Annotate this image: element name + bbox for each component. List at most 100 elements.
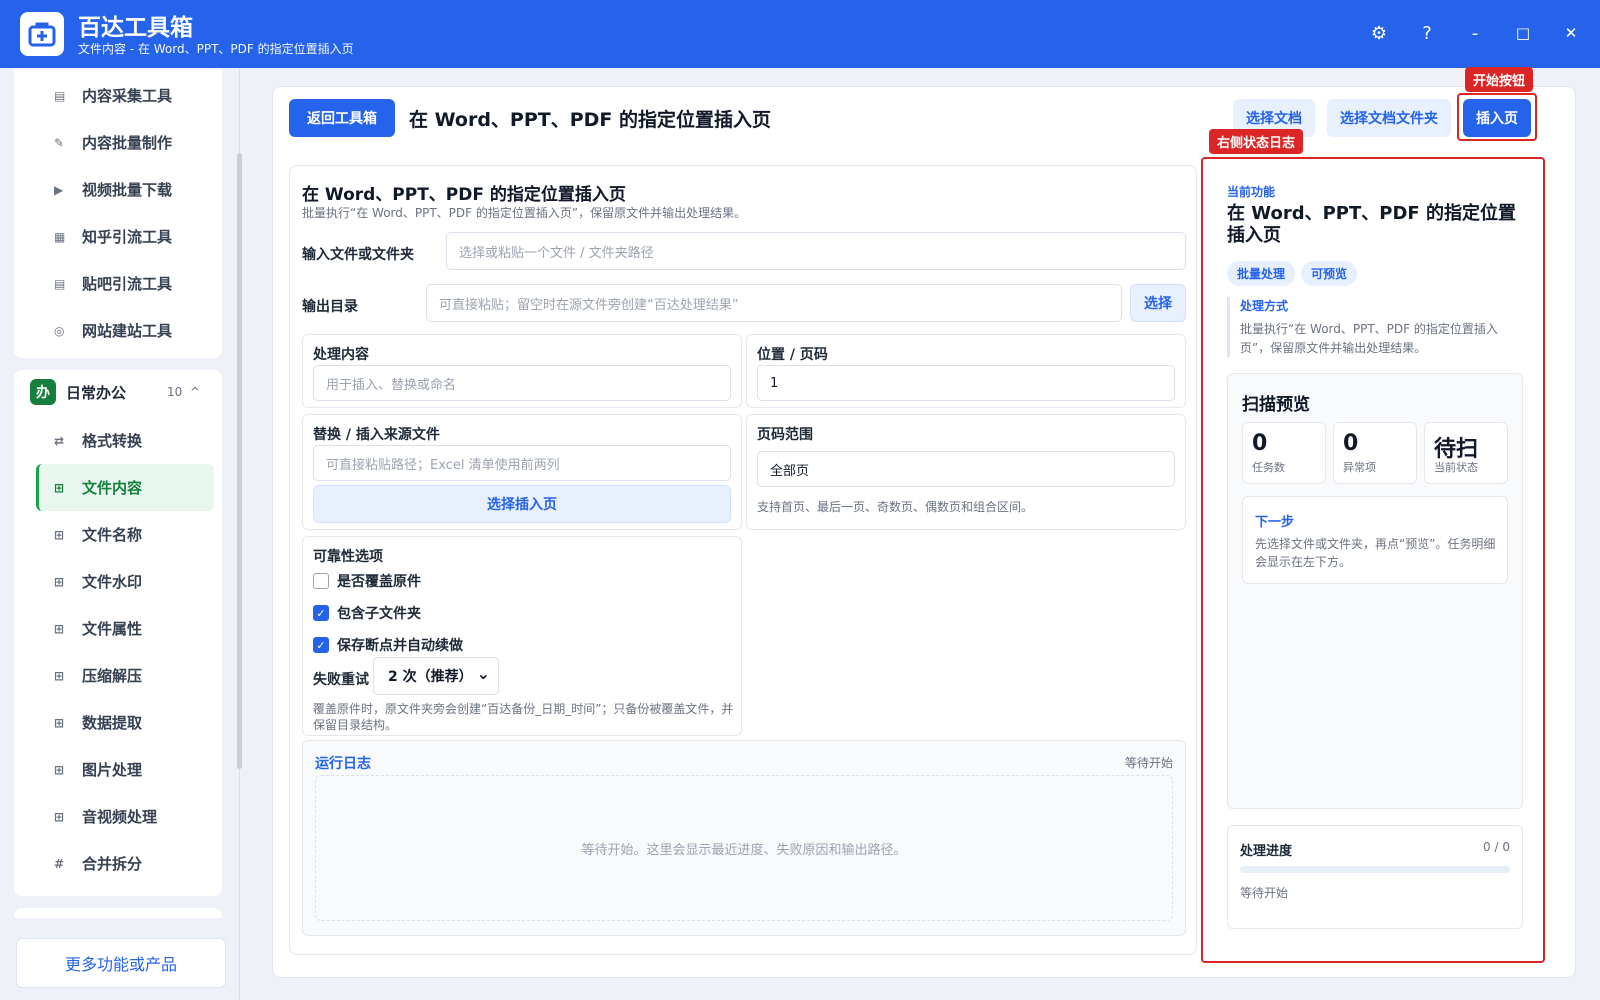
retry-label: 失败重试	[313, 672, 369, 688]
group-header[interactable]: 办 日常办公 10 ^	[14, 370, 222, 414]
next-step: 下一步 先选择文件或文件夹，再点“预览”。任务明细会显示在左下方。	[1242, 496, 1508, 584]
sidebar-item-label: 视频批量下载	[82, 181, 173, 199]
output-select-button[interactable]: 选择	[1130, 284, 1186, 322]
sidebar-item-group_items-5[interactable]: ⊞ 压缩解压	[14, 652, 222, 699]
title-bar: 百达工具箱 文件内容 - 在 Word、PPT、PDF 的指定位置插入页 ⚙ ?…	[0, 0, 1600, 68]
chevron-down-icon: ⌄	[476, 664, 490, 683]
sidebar-item-group_items-9[interactable]: # 合并拆分	[14, 840, 222, 887]
scan-preview: 扫描预览 0 任务数 0 异常项 待扫 当前状态 下一步 先选择文件或文件夹，再点“预…	[1227, 373, 1523, 809]
chevron-up-icon[interactable]: ^	[190, 385, 200, 399]
run-log-panel: 运行日志 等待开始 等待开始。这里会显示最近进度、失败原因和输出路径。	[302, 740, 1186, 936]
select-insert-page-button[interactable]: 选择插入页	[313, 485, 731, 523]
position-section: 位置 / 页码 1	[746, 334, 1186, 408]
progress-count: 0 / 0	[1483, 840, 1510, 854]
sidebar-item-group_items-4[interactable]: ⊞ 文件属性	[14, 605, 222, 652]
sidebar-scrollbar[interactable]	[237, 153, 242, 769]
group-title: 日常办公	[66, 383, 127, 402]
status-panel: 当前功能 在 Word、PPT、PDF 的指定位置插入页 批量处理 可预览 处理方…	[1211, 165, 1537, 955]
sidebar-item-icon: ⇄	[54, 433, 65, 448]
checkbox-checked-icon: ✓	[313, 637, 329, 653]
form-subtitle: 批量执行“在 Word、PPT、PDF 的指定位置插入页”，保留原文件并输出处理…	[302, 206, 747, 220]
minimize-icon[interactable]: -	[1460, 18, 1490, 48]
sidebar-item-label: 音视频处理	[82, 808, 158, 826]
sidebar-item-top_items-5[interactable]: ◎ 网站建站工具	[14, 307, 222, 354]
back-to-toolbox-button[interactable]: 返回工具箱	[289, 99, 395, 137]
sidebar-item-top_items-1[interactable]: ✎ 内容批量制作	[14, 119, 222, 166]
sidebar-item-group_items-6[interactable]: ⊞ 数据提取	[14, 699, 222, 746]
range-field[interactable]: 全部页	[757, 451, 1175, 487]
position-field[interactable]: 1	[757, 365, 1175, 401]
sidebar-item-icon: ⊞	[54, 762, 65, 777]
sidebar-item-top_items-4[interactable]: ▤ 贴吧引流工具	[14, 260, 222, 307]
progress-label: 处理进度	[1240, 844, 1293, 859]
next-title: 下一步	[1255, 515, 1295, 530]
tag-batch: 批量处理	[1227, 261, 1296, 286]
sidebar-item-icon: ⊞	[54, 715, 65, 730]
main-panel: 返回工具箱 在 Word、PPT、PDF 的指定位置插入页 选择文档 选择文档文…	[272, 67, 1576, 978]
reliability-label: 可靠性选项	[313, 549, 383, 565]
form-title: 在 Word、PPT、PDF 的指定位置插入页	[302, 185, 626, 205]
overwrite-checkbox[interactable]: 是否覆盖原件	[313, 571, 421, 591]
source-field[interactable]: 可直接粘贴路径；Excel 清单使用前两列	[313, 445, 731, 481]
sidebar-item-group_items-3[interactable]: ⊞ 文件水印	[14, 558, 222, 605]
sidebar-item-icon: ◎	[54, 323, 65, 338]
maximize-icon[interactable]: □	[1508, 18, 1538, 48]
sidebar-item-top_items-3[interactable]: ▦ 知乎引流工具	[14, 213, 222, 260]
sidebar-item-icon: ▦	[54, 229, 66, 244]
sidebar-group-office: 办 日常办公 10 ^ ⇄ 格式转换 ⊞ 文件内容 ⊞ 文件名称 ⊞ 文件水印 ⊞ 文件属性 ⊞ 压缩…	[14, 370, 222, 896]
log-panel-annotation: 右侧状态日志	[1209, 129, 1304, 154]
content-section: 处理内容 用于插入、替换或命名	[302, 334, 742, 408]
help-icon[interactable]: ?	[1412, 18, 1442, 48]
app-title: 百达工具箱	[78, 15, 193, 41]
sidebar: ▤ 内容采集工具 ✎ 内容批量制作 ▶ 视频批量下载 ▦ 知乎引流工具 ▤ 贴吧引流工具 ◎ 网站建站…	[0, 68, 242, 1000]
sidebar-item-label: 压缩解压	[82, 667, 143, 685]
position-label: 位置 / 页码	[757, 347, 828, 363]
toolbox-icon	[20, 12, 64, 56]
sidebar-item-top_items-2[interactable]: ▶ 视频批量下载	[14, 166, 222, 213]
sidebar-item-label: 格式转换	[82, 432, 143, 450]
retry-select[interactable]: 2 次（推荐） ⌄	[373, 657, 499, 695]
progress-bar	[1240, 866, 1510, 873]
sidebar-item-icon: ▶	[54, 182, 64, 197]
sidebar-item-icon: ⊞	[54, 809, 65, 824]
select-folder-button[interactable]: 选择文档文件夹	[1327, 99, 1451, 137]
sidebar-card-tools: ▤ 内容采集工具 ✎ 内容批量制作 ▶ 视频批量下载 ▦ 知乎引流工具 ▤ 贴吧引流工具 ◎ 网站建站…	[14, 68, 222, 358]
log-title: 运行日志	[315, 756, 371, 772]
backup-hint: 覆盖原件时，原文件夹旁会创建“百达备份_日期_时间”；只备份被覆盖文件，并保留目…	[313, 702, 734, 732]
subfolders-checkbox[interactable]: ✓ 包含子文件夹	[313, 603, 421, 623]
sidebar-item-group_items-1[interactable]: ⊞ 文件内容	[36, 464, 214, 511]
method-text: 批量执行“在 Word、PPT、PDF 的指定位置插入页”，保留原文件并输出处理…	[1240, 322, 1498, 355]
sidebar-item-label: 贴吧引流工具	[82, 275, 173, 293]
sidebar-item-label: 网站建站工具	[82, 322, 173, 340]
close-icon[interactable]: ✕	[1556, 18, 1586, 48]
content-field[interactable]: 用于插入、替换或命名	[313, 365, 731, 401]
sidebar-item-group_items-8[interactable]: ⊞ 音视频处理	[14, 793, 222, 840]
sidebar-item-label: 内容采集工具	[82, 87, 173, 105]
current-function-title: 在 Word、PPT、PDF 的指定位置插入页	[1227, 203, 1516, 246]
current-function-label: 当前功能	[1227, 185, 1276, 199]
sidebar-item-group_items-0[interactable]: ⇄ 格式转换	[14, 417, 222, 464]
sidebar-item-group_items-7[interactable]: ⊞ 图片处理	[14, 746, 222, 793]
resume-checkbox[interactable]: ✓ 保存断点并自动续做	[313, 635, 463, 655]
log-area: 等待开始。这里会显示最近进度、失败原因和输出路径。	[315, 775, 1173, 921]
stat-tasks: 0 任务数	[1242, 422, 1326, 484]
progress-status: 等待开始	[1240, 886, 1289, 900]
stat-errors: 0 异常项	[1333, 422, 1417, 484]
sidebar-item-group_items-2[interactable]: ⊞ 文件名称	[14, 511, 222, 558]
group-count: 10 ^	[167, 385, 200, 399]
sidebar-item-label: 图片处理	[82, 761, 143, 779]
sidebar-item-top_items-0[interactable]: ▤ 内容采集工具	[14, 72, 222, 119]
checkbox-unchecked-icon	[313, 573, 329, 589]
stat-state: 待扫 当前状态	[1424, 422, 1508, 484]
progress-card: 处理进度 0 / 0 等待开始	[1227, 825, 1523, 929]
settings-icon[interactable]: ⚙	[1364, 18, 1394, 48]
more-products-button[interactable]: 更多功能或产品	[16, 938, 226, 988]
sidebar-item-label: 数据提取	[82, 714, 143, 732]
sidebar-item-icon: ▤	[54, 276, 66, 291]
sidebar-item-label: 内容批量制作	[82, 134, 173, 152]
range-label: 页码范围	[757, 427, 813, 443]
output-dir-field[interactable]: 可直接粘贴；留空时在源文件旁创建“百达处理结果”	[426, 284, 1122, 322]
start-button-highlight	[1457, 93, 1537, 141]
input-path-field[interactable]: 选择或粘贴一个文件 / 文件夹路径	[446, 232, 1186, 270]
source-section: 替换 / 插入来源文件 可直接粘贴路径；Excel 清单使用前两列 选择插入页	[302, 414, 742, 530]
